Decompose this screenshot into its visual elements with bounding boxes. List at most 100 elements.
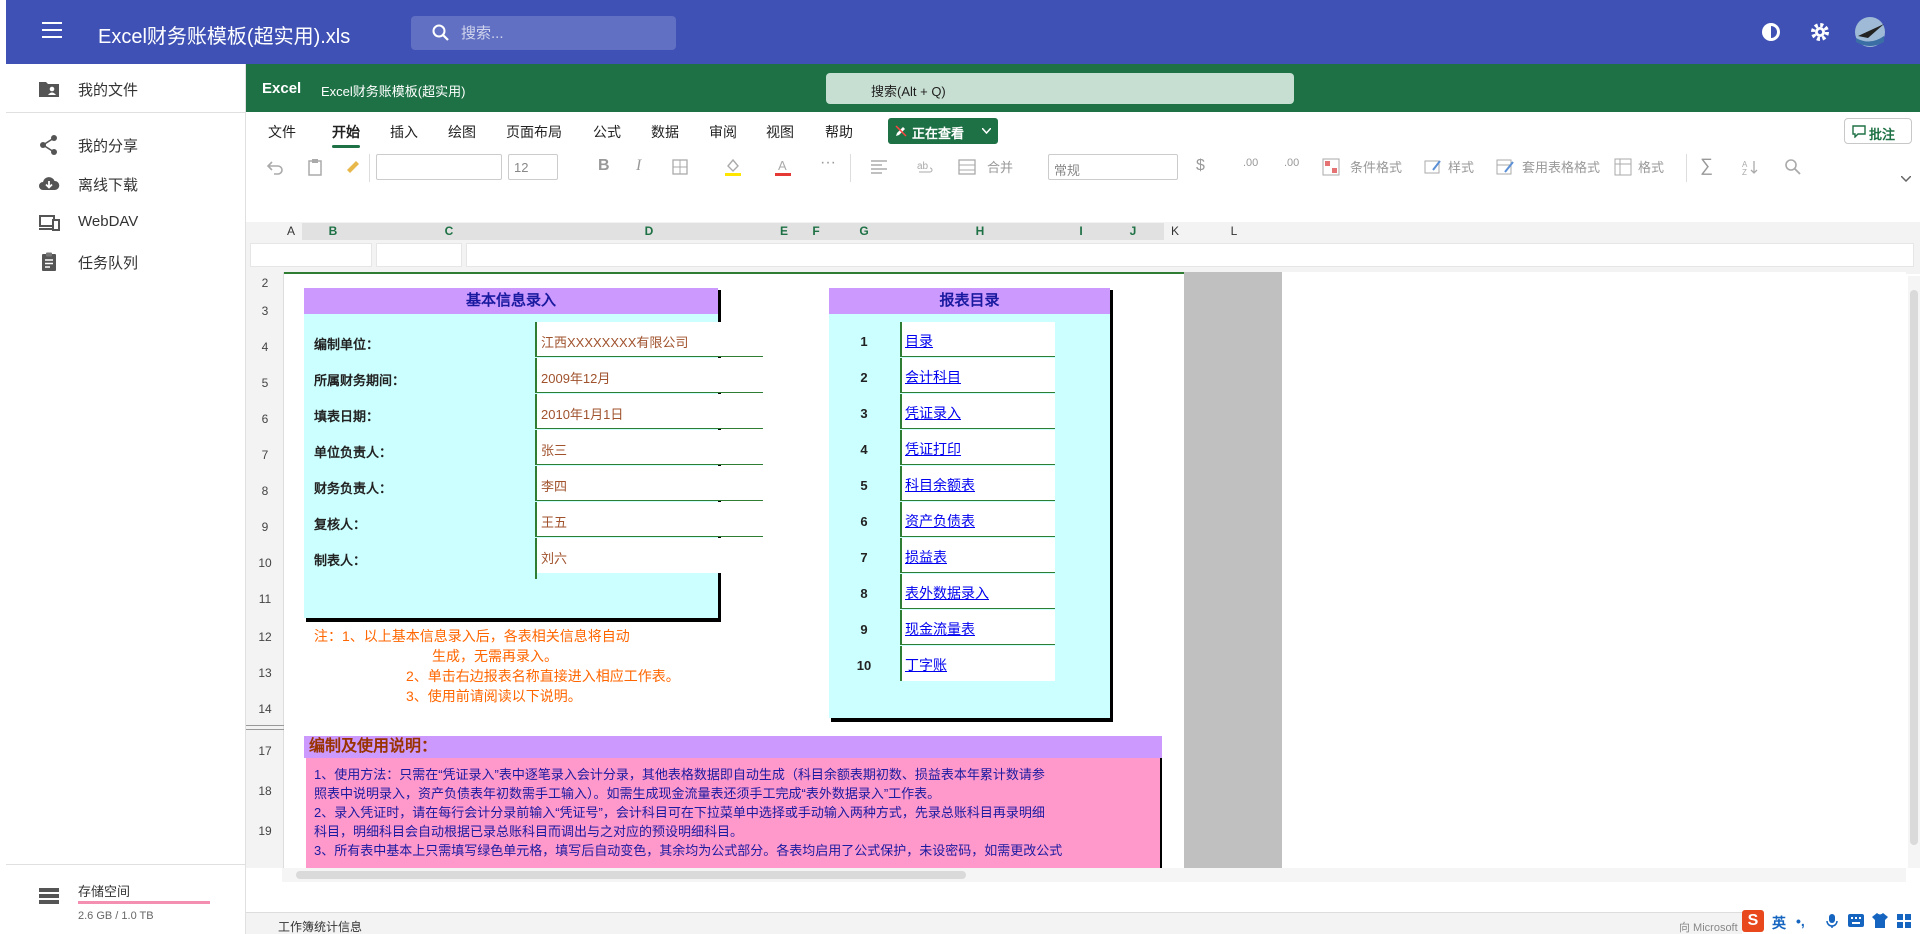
catalog-link-cell[interactable]: 表外数据录入 xyxy=(900,574,1055,609)
bold-icon[interactable]: B xyxy=(598,157,610,175)
vertical-scroll-thumb[interactable] xyxy=(1910,290,1918,845)
undo-icon[interactable] xyxy=(266,158,284,176)
row-header[interactable]: 2 xyxy=(246,276,284,290)
tab-formulas[interactable]: 公式 xyxy=(593,122,621,142)
font-color-icon[interactable]: A xyxy=(774,157,792,177)
column-header[interactable]: B xyxy=(302,223,364,240)
formula-function-box[interactable] xyxy=(376,243,462,267)
font-family-select[interactable] xyxy=(376,154,502,180)
search-box[interactable] xyxy=(411,16,676,50)
sidebar-item-my-share[interactable]: 我的分享 xyxy=(6,124,246,164)
excel-search-box[interactable]: 搜索(Alt + Q) xyxy=(826,73,1294,104)
info-value-cell[interactable]: 2010年1月1日 xyxy=(535,394,763,429)
row-header[interactable]: 19 xyxy=(246,824,284,838)
sidebar-item-my-files[interactable]: 我的文件 xyxy=(6,68,246,108)
catalog-link[interactable]: 凭证录入 xyxy=(905,403,961,423)
tab-insert[interactable]: 插入 xyxy=(390,122,418,142)
format-cells-icon[interactable] xyxy=(1614,158,1632,176)
menu-icon[interactable] xyxy=(42,22,62,40)
format-cells-label[interactable]: 格式 xyxy=(1638,157,1664,176)
name-box[interactable] xyxy=(250,243,372,267)
sort-filter-icon[interactable]: AZ xyxy=(1742,158,1760,176)
tab-help[interactable]: 帮助 xyxy=(825,122,853,142)
row-header[interactable]: 18 xyxy=(246,784,284,798)
row-header[interactable]: 14 xyxy=(246,702,284,716)
info-value-cell[interactable]: 李四 xyxy=(535,466,763,501)
conditional-format-icon[interactable] xyxy=(1322,158,1340,176)
info-value-cell[interactable]: 江西XXXXXXXX有限公司 xyxy=(535,322,763,357)
catalog-link-cell[interactable]: 凭证录入 xyxy=(900,394,1055,429)
skin-shirt-icon[interactable] xyxy=(1872,913,1888,928)
catalog-link[interactable]: 损益表 xyxy=(905,547,947,567)
increase-decimal-icon[interactable]: .00 xyxy=(1284,157,1299,169)
fill-color-icon[interactable] xyxy=(724,157,742,177)
viewing-mode-button[interactable]: 正在查看 xyxy=(888,118,998,144)
sidebar-item-offline-download[interactable]: 离线下载 xyxy=(6,163,246,203)
search-input[interactable] xyxy=(461,23,661,43)
row-header[interactable]: 3 xyxy=(246,304,284,318)
tab-view[interactable]: 视图 xyxy=(766,122,794,142)
info-value-cell[interactable]: 刘六 xyxy=(535,538,763,573)
keyboard-icon[interactable] xyxy=(1848,914,1864,927)
microphone-icon[interactable] xyxy=(1826,913,1838,929)
font-size-select[interactable]: 12 xyxy=(508,154,558,180)
tab-data[interactable]: 数据 xyxy=(651,122,679,142)
ime-grid-menu-icon[interactable] xyxy=(1896,913,1912,929)
row-header[interactable]: 11 xyxy=(246,592,284,606)
catalog-link-cell[interactable]: 资产负债表 xyxy=(900,502,1055,537)
catalog-link-cell[interactable]: 凭证打印 xyxy=(900,430,1055,465)
sidebar-item-task-queue[interactable]: 任务队列 xyxy=(6,241,246,281)
merge-icon[interactable] xyxy=(958,158,976,176)
paste-icon[interactable] xyxy=(306,158,324,176)
row-header[interactable]: 13 xyxy=(246,666,284,680)
theme-toggle-icon[interactable] xyxy=(1759,20,1783,44)
settings-gear-icon[interactable] xyxy=(1808,20,1832,44)
wrap-text-icon[interactable]: ab xyxy=(916,158,934,176)
microsoft-feedback-text[interactable]: 向 Microsoft xyxy=(1679,919,1738,934)
ime-logo[interactable]: S xyxy=(1742,910,1764,932)
merge-label[interactable]: 合并 xyxy=(987,157,1013,176)
row-header[interactable]: 4 xyxy=(246,340,284,354)
catalog-link-cell[interactable]: 目录 xyxy=(900,322,1055,357)
tab-review[interactable]: 审阅 xyxy=(709,122,737,142)
column-header[interactable]: H xyxy=(900,223,1060,240)
format-painter-icon[interactable] xyxy=(344,158,362,176)
currency-button[interactable]: $ xyxy=(1196,157,1205,175)
column-header[interactable]: I xyxy=(1060,223,1102,240)
decrease-decimal-icon[interactable]: .00 xyxy=(1243,157,1258,169)
row-header[interactable]: 7 xyxy=(246,448,284,462)
catalog-link[interactable]: 资产负债表 xyxy=(905,511,975,531)
catalog-link-cell[interactable]: 科目余额表 xyxy=(900,466,1055,501)
column-header[interactable]: D xyxy=(534,223,764,240)
column-header[interactable]: C xyxy=(364,223,534,240)
align-icon[interactable] xyxy=(870,159,888,175)
column-header[interactable]: F xyxy=(804,223,828,240)
autosum-icon[interactable]: ∑ xyxy=(1700,155,1713,176)
table-format-icon[interactable] xyxy=(1496,158,1514,176)
column-header[interactable]: K xyxy=(1164,223,1186,240)
ribbon-collapse-chevron-icon[interactable] xyxy=(1901,176,1911,182)
catalog-link-cell[interactable]: 现金流量表 xyxy=(900,610,1055,645)
row-header[interactable]: 8 xyxy=(246,484,284,498)
styles-label[interactable]: 样式 xyxy=(1448,157,1474,176)
catalog-link[interactable]: 会计科目 xyxy=(905,367,961,387)
column-header[interactable]: E xyxy=(764,223,804,240)
table-format-label[interactable]: 套用表格格式 xyxy=(1522,157,1600,176)
row-header[interactable]: 17 xyxy=(246,744,284,758)
column-header[interactable]: A xyxy=(284,223,298,240)
catalog-link[interactable]: 表外数据录入 xyxy=(905,583,989,603)
horizontal-scrollbar[interactable] xyxy=(282,868,1906,882)
comments-button[interactable]: 批注 xyxy=(1844,118,1912,144)
ime-language[interactable]: 英 xyxy=(1772,913,1786,933)
info-value-cell[interactable]: 2009年12月 xyxy=(535,358,763,393)
workbook-statistics[interactable]: 工作簿统计信息 xyxy=(278,918,362,934)
catalog-link-cell[interactable]: 丁字账 xyxy=(900,646,1055,681)
row-header[interactable]: 12 xyxy=(246,630,284,644)
column-header[interactable]: J xyxy=(1102,223,1164,240)
sidebar-item-webdav[interactable]: WebDAV xyxy=(6,202,246,242)
catalog-link[interactable]: 科目余额表 xyxy=(905,475,975,495)
number-format-select[interactable]: 常规 xyxy=(1048,154,1178,180)
more-options-icon[interactable]: ··· xyxy=(820,154,836,172)
row-header[interactable]: 9 xyxy=(246,520,284,534)
styles-icon[interactable] xyxy=(1424,158,1442,176)
